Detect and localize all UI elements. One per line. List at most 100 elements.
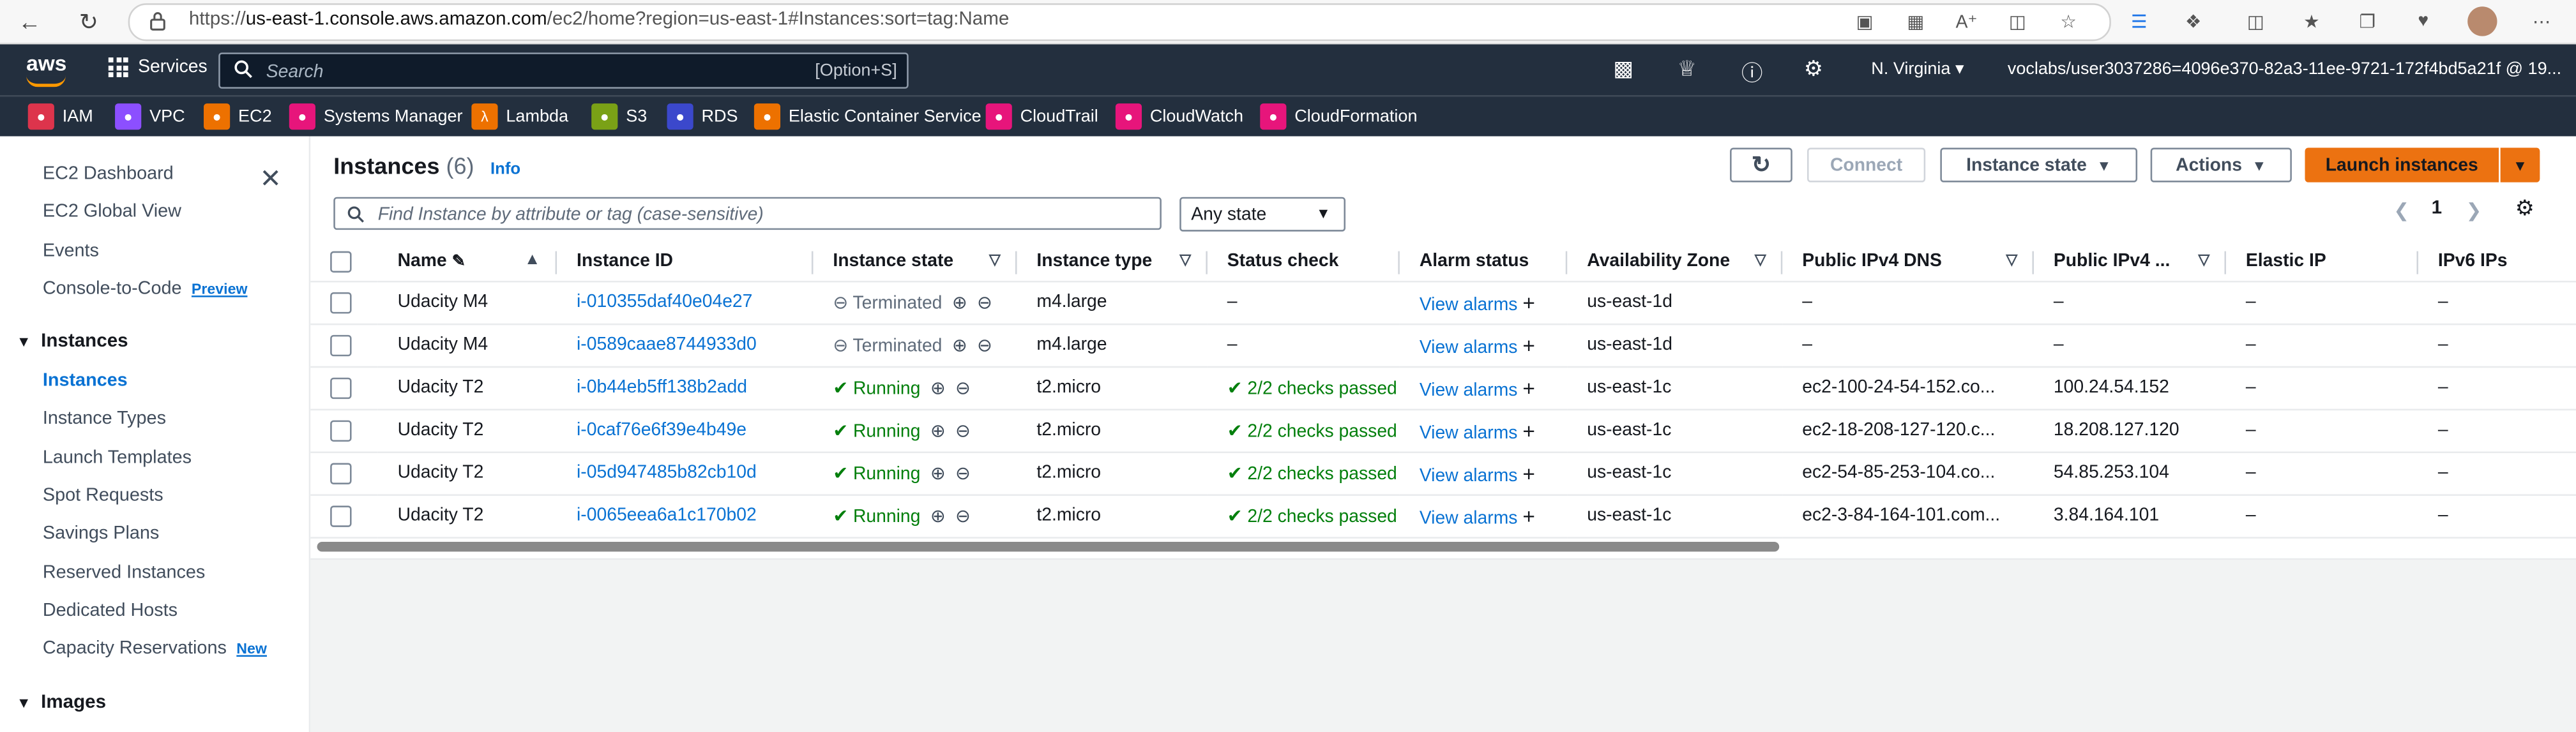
- sidebar-item-spot-requests[interactable]: Spot Requests: [43, 486, 163, 506]
- performance-icon[interactable]: ♥: [2409, 6, 2438, 36]
- sidebar-item-console-to-code[interactable]: Console-to-Code Preview: [43, 279, 248, 299]
- view-alarms-link[interactable]: View alarms: [1420, 508, 1518, 528]
- column-instance-state[interactable]: Instance state ▽: [813, 243, 1017, 282]
- zoom-in-icon[interactable]: ⊕: [952, 334, 967, 355]
- row-checkbox[interactable]: [330, 505, 352, 527]
- sidebar-item-dedicated-hosts[interactable]: Dedicated Hosts: [43, 601, 178, 621]
- sidebar-section-instances[interactable]: ▼ Instances: [17, 332, 128, 352]
- view-alarms-link[interactable]: View alarms: [1420, 295, 1518, 315]
- cell-instance-id[interactable]: i-0589caae8744933d0: [557, 323, 814, 367]
- fav-iam[interactable]: ● IAM: [27, 103, 93, 130]
- cell-instance-id[interactable]: i-0b44eb5ff138b2add: [557, 366, 814, 410]
- connect-button[interactable]: Connect: [1807, 147, 1926, 183]
- region-selector[interactable]: N. Virginia ▾: [1871, 59, 1964, 79]
- sidebar-item-ec2-dashboard[interactable]: EC2 Dashboard: [43, 164, 174, 184]
- column-public-dns[interactable]: Public IPv4 DNS ▽: [1782, 243, 2034, 282]
- apps-icon[interactable]: ▦: [1901, 6, 1930, 36]
- add-alarm-icon[interactable]: +: [1522, 418, 1535, 443]
- settings-gear-icon[interactable]: ⚙: [1804, 56, 1823, 82]
- sidebar-item-savings-plans[interactable]: Savings Plans: [43, 524, 159, 544]
- collections-icon[interactable]: ❐: [2352, 6, 2382, 36]
- favorite-star-icon[interactable]: ☆: [2054, 6, 2083, 36]
- close-sidebar-icon[interactable]: ✕: [259, 163, 281, 195]
- actions-button[interactable]: Actions ▼: [2150, 147, 2292, 183]
- extensions-icon[interactable]: ❖: [2178, 6, 2208, 36]
- horizontal-scrollbar[interactable]: [317, 541, 1780, 552]
- fav-ecs[interactable]: ● Elastic Container Service: [754, 103, 981, 130]
- search-input[interactable]: [262, 57, 762, 86]
- favorites-icon[interactable]: ★: [2297, 6, 2326, 36]
- aws-logo[interactable]: aws: [26, 51, 66, 87]
- previous-page-icon[interactable]: ❮: [2393, 198, 2409, 221]
- table-row[interactable]: Udacity T2 i-05d947485b82cb10d ✔ Running…: [310, 451, 2576, 495]
- profile-avatar[interactable]: [2467, 6, 2497, 36]
- view-alarms-link[interactable]: View alarms: [1420, 338, 1518, 357]
- add-alarm-icon[interactable]: +: [1522, 332, 1535, 357]
- add-alarm-icon[interactable]: +: [1522, 504, 1535, 528]
- help-icon[interactable]: ⓘ: [1741, 56, 1762, 87]
- sidebar-item-capacity-reservations[interactable]: Capacity Reservations New: [43, 639, 267, 659]
- view-alarms-link[interactable]: View alarms: [1420, 465, 1518, 485]
- sidebar-item-events[interactable]: Events: [43, 241, 99, 261]
- table-row[interactable]: Udacity T2 i-0b44eb5ff138b2add ✔ Running…: [310, 366, 2576, 410]
- table-row[interactable]: Udacity M4 i-0589caae8744933d0 ⊖ Termina…: [310, 323, 2576, 367]
- preferences-gear-icon[interactable]: ⚙: [2515, 195, 2534, 221]
- cell-instance-id[interactable]: i-010355daf40e04e27: [557, 280, 814, 325]
- more-icon[interactable]: ⋯: [2527, 6, 2556, 36]
- fav-s3[interactable]: ● S3: [591, 103, 647, 130]
- select-all-checkbox[interactable]: [330, 250, 352, 273]
- cell-instance-id[interactable]: i-05d947485b82cb10d: [557, 451, 814, 495]
- sidebar-item-instances[interactable]: Instances: [43, 371, 128, 391]
- instance-state-button[interactable]: Instance state ▼: [1940, 147, 2138, 183]
- column-ipv6[interactable]: IPv6 IPs: [2418, 243, 2576, 282]
- zoom-in-icon[interactable]: ⊕: [930, 377, 946, 398]
- sidebar-item-instance-types[interactable]: Instance Types: [43, 409, 166, 429]
- zoom-in-icon[interactable]: ⊕: [930, 419, 946, 441]
- cell-instance-id[interactable]: i-0065eea6a1c170b02: [557, 494, 814, 538]
- edit-pencil-icon[interactable]: ✎: [452, 253, 466, 271]
- fav-rds[interactable]: ● RDS: [667, 103, 738, 130]
- zoom-in-icon[interactable]: ⊕: [930, 505, 946, 527]
- info-link[interactable]: Info: [490, 161, 520, 179]
- fav-lambda[interactable]: λ Lambda: [471, 103, 568, 130]
- search-box[interactable]: [Option+S]: [218, 52, 909, 89]
- fav-cloudformation[interactable]: ● CloudFormation: [1260, 103, 1417, 130]
- account-menu[interactable]: voclabs/user3037286=4096e370-82a3-11ee-9…: [2008, 59, 2561, 79]
- fav-vpc[interactable]: ● VPC: [115, 103, 185, 130]
- fav-cloudtrail[interactable]: ● CloudTrail: [985, 103, 1098, 130]
- column-name[interactable]: Name ✎ ▲: [377, 243, 557, 282]
- notifications-bell-icon[interactable]: ♕: [1678, 56, 1697, 82]
- column-availability-zone[interactable]: Availability Zone ▽: [1567, 243, 1783, 282]
- zoom-out-icon[interactable]: ⊖: [955, 505, 971, 527]
- zoom-out-icon[interactable]: ⊖: [955, 419, 971, 441]
- sidebar-item-ec2-global-view[interactable]: EC2 Global View: [43, 202, 181, 221]
- fav-cloudwatch[interactable]: ● CloudWatch: [1115, 103, 1243, 130]
- view-alarms-link[interactable]: View alarms: [1420, 422, 1518, 442]
- add-alarm-icon[interactable]: +: [1522, 375, 1535, 400]
- table-row[interactable]: Udacity M4 i-010355daf40e04e27 ⊖ Termina…: [310, 280, 2576, 325]
- services-menu[interactable]: Services: [108, 57, 208, 77]
- zoom-out-icon[interactable]: ⊖: [977, 334, 992, 355]
- zoom-out-icon[interactable]: ⊖: [955, 377, 971, 398]
- fav-systems-manager[interactable]: ● Systems Manager: [289, 103, 463, 130]
- add-alarm-icon[interactable]: +: [1522, 290, 1535, 315]
- table-row[interactable]: Udacity T2 i-0065eea6a1c170b02 ✔ Running…: [310, 494, 2576, 538]
- state-filter-select[interactable]: Any state ▼: [1179, 197, 1346, 232]
- column-status-check[interactable]: Status check: [1207, 243, 1400, 282]
- sidebar-item-reserved-instances[interactable]: Reserved Instances: [43, 563, 205, 583]
- zoom-in-icon[interactable]: ⊕: [952, 292, 967, 313]
- column-public-ipv4[interactable]: Public IPv4 ... ▽: [2034, 243, 2227, 282]
- reader-icon[interactable]: ▣: [1850, 6, 1879, 36]
- view-alarms-link[interactable]: View alarms: [1420, 380, 1518, 400]
- translate-icon[interactable]: ☰: [2125, 6, 2154, 36]
- launch-instances-button[interactable]: Launch instances: [2305, 147, 2499, 183]
- row-checkbox[interactable]: [330, 462, 352, 484]
- refresh-button[interactable]: ↻: [1730, 147, 1792, 183]
- fav-ec2[interactable]: ● EC2: [204, 103, 272, 130]
- table-row[interactable]: Udacity T2 i-0caf76e6f39e4b49e ✔ Running…: [310, 408, 2576, 452]
- column-elastic-ip[interactable]: Elastic IP: [2226, 243, 2419, 282]
- add-alarm-icon[interactable]: +: [1522, 461, 1535, 486]
- back-icon[interactable]: ←: [13, 5, 46, 38]
- row-checkbox[interactable]: [330, 419, 352, 441]
- zoom-in-icon[interactable]: ⊕: [930, 462, 946, 484]
